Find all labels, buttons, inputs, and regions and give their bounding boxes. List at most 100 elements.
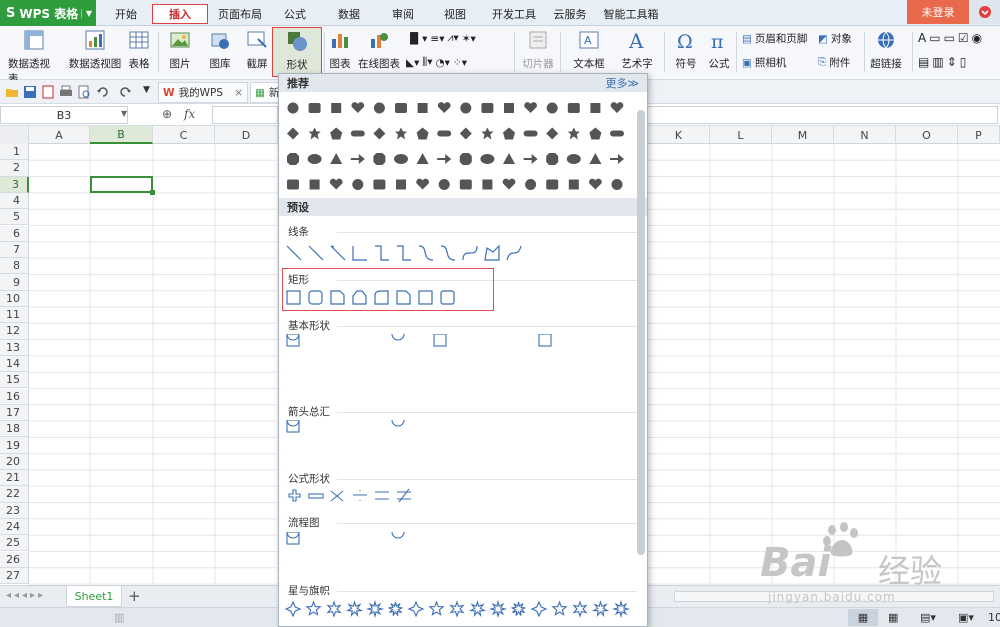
chart-type-buttons-row2[interactable]: ◣▾ ⫼▾ ◔▾ ⁘▾ bbox=[406, 56, 467, 69]
pivot-table-button[interactable]: 数据透视表 bbox=[8, 29, 60, 86]
shape-option[interactable] bbox=[503, 127, 515, 140]
shape-option[interactable] bbox=[407, 600, 425, 618]
shape-option[interactable] bbox=[482, 179, 493, 190]
row-header[interactable]: 21 bbox=[0, 470, 29, 487]
menu-view[interactable]: 视图 bbox=[434, 4, 476, 24]
print-icon[interactable] bbox=[59, 85, 73, 99]
row-header[interactable]: 24 bbox=[0, 518, 29, 536]
row-header[interactable]: 14 bbox=[0, 355, 29, 373]
shape-option[interactable] bbox=[611, 179, 623, 190]
shape-option[interactable] bbox=[459, 179, 472, 190]
flowchart-shapes-grid[interactable] bbox=[285, 532, 635, 576]
menu-page-layout[interactable]: 页面布局 bbox=[212, 4, 268, 24]
menu-data[interactable]: 数据 bbox=[328, 4, 370, 24]
table-button[interactable]: 表格 bbox=[126, 29, 152, 71]
shape-option[interactable] bbox=[373, 102, 385, 114]
textbox-button[interactable]: A 文本框 bbox=[566, 29, 612, 71]
menu-insert[interactable]: 插入 bbox=[152, 4, 208, 24]
shape-option[interactable] bbox=[350, 130, 365, 137]
shape-option[interactable] bbox=[287, 102, 299, 114]
symbol-button[interactable]: Ω 符号 bbox=[668, 29, 704, 71]
shape-option[interactable] bbox=[591, 600, 610, 618]
print-preview-icon[interactable] bbox=[77, 85, 91, 99]
column-header-n[interactable]: N bbox=[834, 126, 896, 144]
shape-option[interactable] bbox=[286, 532, 300, 539]
add-sheet-icon[interactable]: + bbox=[128, 587, 141, 605]
shape-option[interactable] bbox=[416, 178, 429, 190]
macro-icon[interactable]: ▥ bbox=[114, 611, 124, 624]
shape-option[interactable] bbox=[437, 102, 451, 113]
shape-option[interactable] bbox=[572, 600, 588, 618]
chart-button[interactable]: 图表 bbox=[328, 29, 352, 71]
shape-option[interactable] bbox=[287, 127, 299, 140]
row-header[interactable]: 20 bbox=[0, 453, 29, 470]
recommended-shapes-grid[interactable] bbox=[279, 92, 639, 197]
header-footer-button[interactable]: ▤ 页眉和页脚 bbox=[742, 31, 807, 46]
undo-icon[interactable] bbox=[96, 85, 110, 99]
shape-option[interactable] bbox=[502, 178, 516, 190]
online-chart-button[interactable]: 在线图表 bbox=[356, 29, 402, 71]
row-header[interactable]: 17 bbox=[0, 404, 29, 422]
column-header-d[interactable]: D bbox=[215, 126, 278, 144]
sheet-nav-arrows-icon[interactable]: ◂◂◂▸▸ bbox=[6, 590, 46, 601]
app-menu-button[interactable]: S WPS 表格 ▼ bbox=[0, 0, 96, 26]
wordart-button[interactable]: A 艺术字 bbox=[614, 29, 660, 71]
row-header[interactable]: 15 bbox=[0, 372, 29, 389]
screenshot-button[interactable]: 截屏 bbox=[240, 29, 274, 71]
row-header[interactable]: 18 bbox=[0, 421, 29, 438]
shape-option[interactable] bbox=[589, 127, 602, 140]
shape-option[interactable] bbox=[391, 420, 405, 427]
menu-smart-tools[interactable]: 智能工具箱 bbox=[600, 4, 662, 24]
shape-option[interactable] bbox=[523, 130, 538, 137]
row-header[interactable]: 23 bbox=[0, 502, 29, 519]
form-controls-row1[interactable]: A ▭ ▭ ☑ ◉ bbox=[918, 31, 982, 45]
shape-option[interactable] bbox=[350, 154, 365, 164]
row-header[interactable]: 12 bbox=[0, 323, 29, 340]
redo-icon[interactable] bbox=[118, 85, 132, 99]
formula-input[interactable] bbox=[212, 106, 278, 124]
row-header[interactable]: 8 bbox=[0, 258, 29, 275]
reading-mode-icon[interactable]: ▣▾ bbox=[958, 611, 974, 624]
shape-option[interactable] bbox=[589, 153, 602, 164]
shape-option[interactable] bbox=[481, 127, 494, 140]
row-header[interactable]: 16 bbox=[0, 388, 29, 405]
object-button[interactable]: ◩ 对象 bbox=[818, 31, 852, 46]
pivot-chart-button[interactable]: 数据透视图 bbox=[67, 29, 123, 71]
shape-option[interactable] bbox=[438, 179, 450, 190]
menu-review[interactable]: 审阅 bbox=[382, 4, 424, 24]
shape-option[interactable] bbox=[329, 178, 343, 190]
column-header-c[interactable]: C bbox=[153, 126, 215, 144]
row-header[interactable]: 19 bbox=[0, 437, 29, 454]
shape-option[interactable] bbox=[286, 334, 300, 341]
shapes-panel-scrollbar[interactable] bbox=[637, 110, 645, 555]
shape-option[interactable] bbox=[480, 154, 495, 164]
shape-option[interactable] bbox=[285, 600, 302, 618]
shape-option[interactable] bbox=[373, 153, 386, 165]
shape-option[interactable] bbox=[546, 102, 558, 114]
formula-input-continued[interactable] bbox=[648, 106, 998, 124]
column-header-p[interactable]: P bbox=[958, 126, 1000, 144]
shape-option[interactable] bbox=[523, 154, 538, 164]
equation-shapes-row[interactable] bbox=[285, 486, 425, 508]
shape-option[interactable] bbox=[416, 127, 429, 140]
shape-option[interactable] bbox=[481, 103, 494, 113]
shape-option[interactable] bbox=[546, 127, 559, 140]
shape-option[interactable] bbox=[373, 179, 386, 190]
shape-option[interactable] bbox=[331, 103, 342, 113]
more-link[interactable]: 更多≫ bbox=[605, 75, 639, 91]
tab-my-wps[interactable]: W 我的WPS × bbox=[158, 82, 248, 103]
shape-option[interactable] bbox=[567, 127, 580, 140]
row-header[interactable]: 1 bbox=[0, 144, 29, 161]
attachment-button[interactable]: ⎘ 附件 bbox=[818, 55, 850, 70]
customize-dropdown-icon[interactable]: ▼ bbox=[143, 85, 157, 99]
sheet-tab-sheet1[interactable]: Sheet1 bbox=[66, 586, 122, 607]
shape-option[interactable] bbox=[437, 130, 452, 137]
form-controls-row2[interactable]: ▤ ▥ ⇕ ▯ bbox=[918, 55, 966, 69]
basic-shapes-grid[interactable] bbox=[285, 334, 635, 402]
row-header[interactable]: 13 bbox=[0, 339, 29, 356]
zoom-level[interactable]: 10 bbox=[988, 611, 1000, 624]
shape-option[interactable] bbox=[396, 179, 406, 190]
shape-option[interactable] bbox=[305, 600, 322, 616]
row-header[interactable]: 25 bbox=[0, 535, 29, 552]
shape-option[interactable] bbox=[286, 420, 300, 427]
